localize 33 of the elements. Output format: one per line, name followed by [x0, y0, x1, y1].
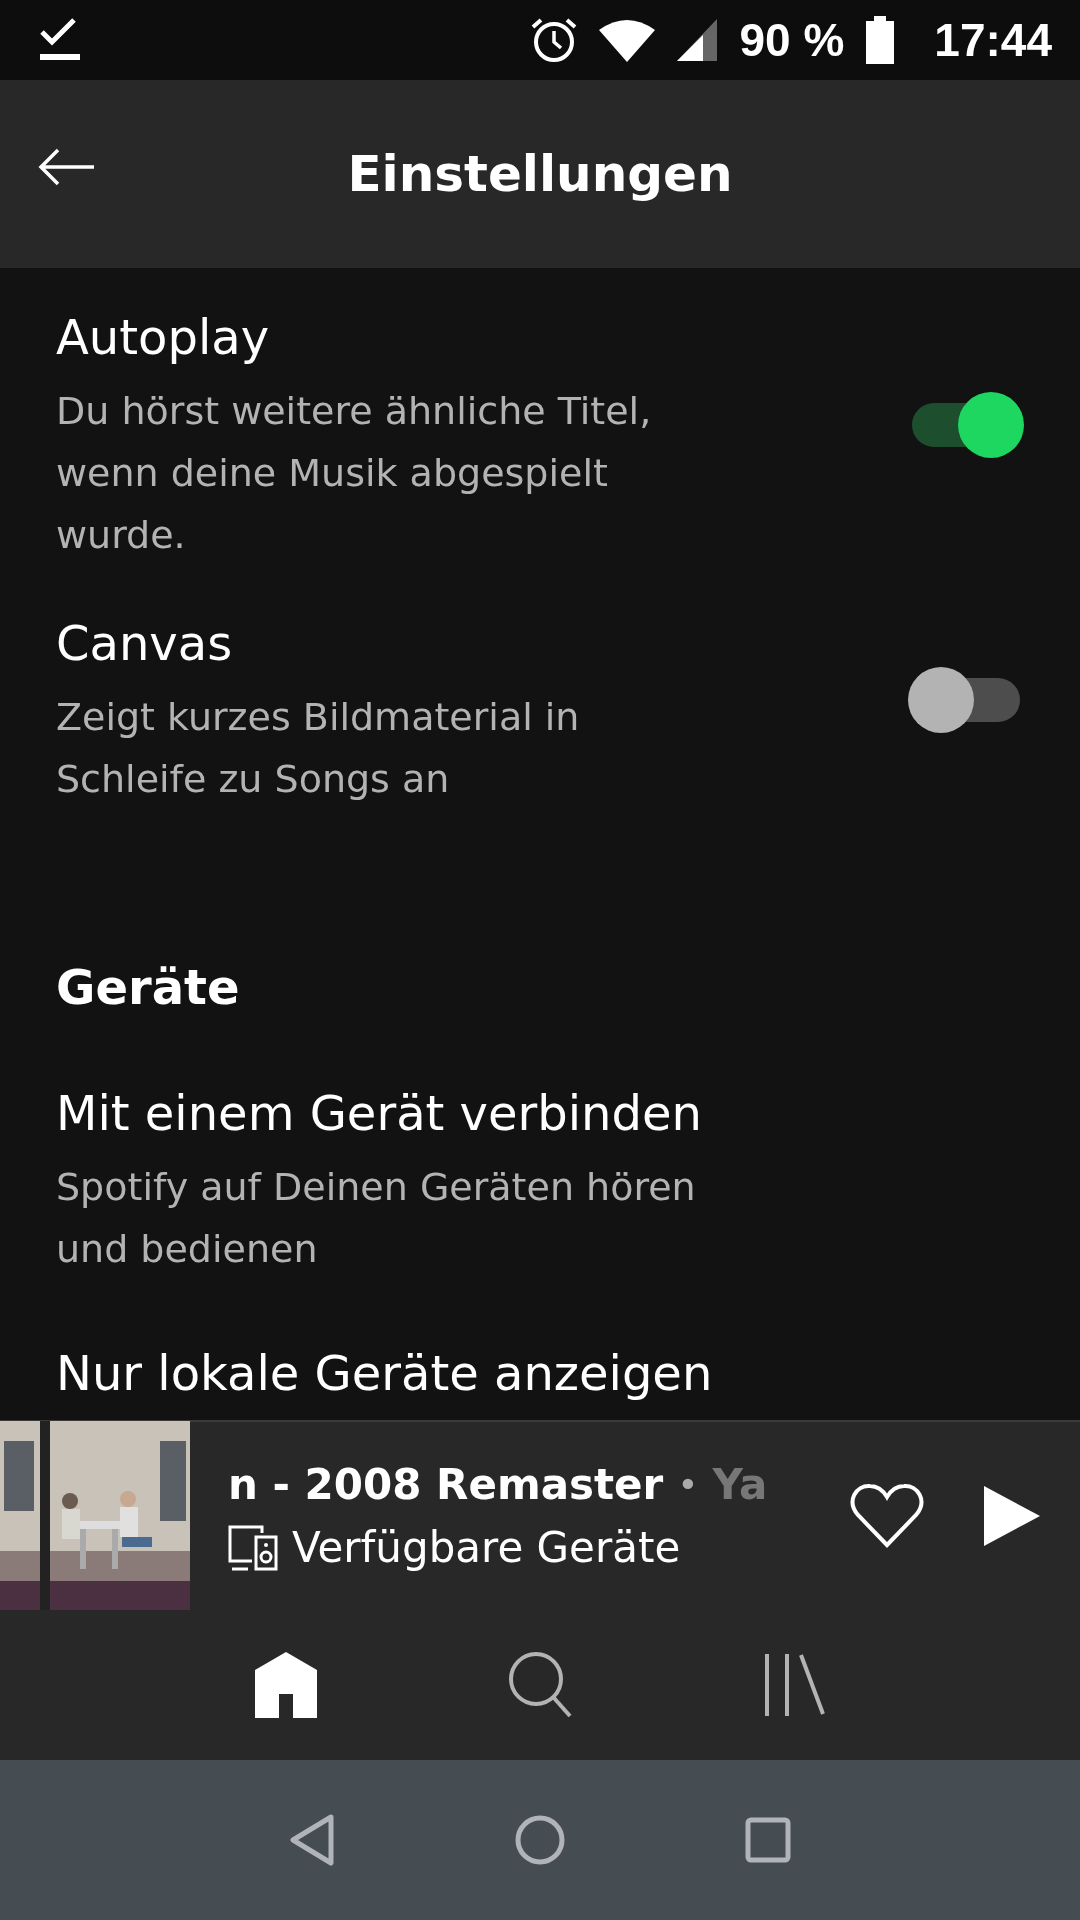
download-done-icon [38, 18, 82, 62]
overview-square-icon[interactable] [744, 1817, 791, 1863]
clock-time: 17:44 [934, 13, 1052, 67]
home-icon [255, 1652, 318, 1718]
setting-description: Zeigt kurzes Bildmaterial in Schleife zu Songs an [56, 694, 581, 803]
battery-icon [866, 16, 895, 64]
back-icon[interactable] [289, 1814, 336, 1866]
nav-tab[interactable] [762, 1654, 825, 1716]
setting-title[interactable]: Nur lokale Geräte anzeigen [56, 1340, 1024, 1406]
alarm-clock-icon [531, 17, 578, 63]
page-title: Einstellungen [347, 145, 733, 203]
devices-icon [228, 1524, 278, 1571]
setting-title: Canvas [56, 614, 234, 673]
track-title: n - 2008 Remaster [228, 1460, 664, 1509]
play-button[interactable] [984, 1486, 1040, 1546]
device-label[interactable]: Verfügbare Geräte [292, 1523, 681, 1572]
nav-tab[interactable] [508, 1651, 572, 1719]
library-icon [762, 1654, 825, 1716]
setting-title[interactable]: Mit einem Gerät verbinden [56, 1080, 1024, 1146]
back-arrow-icon[interactable] [38, 148, 94, 186]
signal-icon [677, 19, 718, 61]
setting-title: Autoplay [56, 308, 271, 367]
home-circle-icon[interactable] [514, 1814, 566, 1866]
setting-description: Spotify auf Deinen Geräten hören und bedienen [56, 1164, 696, 1273]
wifi-icon [599, 18, 656, 62]
heart-button[interactable] [850, 1483, 924, 1549]
artist-name: Ya [712, 1460, 768, 1509]
search-icon [508, 1651, 572, 1719]
separator-dot: • [677, 1464, 699, 1505]
battery-percentage: 90 % [739, 13, 845, 67]
nav-tab[interactable] [255, 1652, 318, 1718]
setting-description: Du hörst weitere ähnliche Titel, wenn deine Musik abgespielt wurde. [56, 388, 653, 559]
section-heading: Geräte [56, 958, 241, 1017]
